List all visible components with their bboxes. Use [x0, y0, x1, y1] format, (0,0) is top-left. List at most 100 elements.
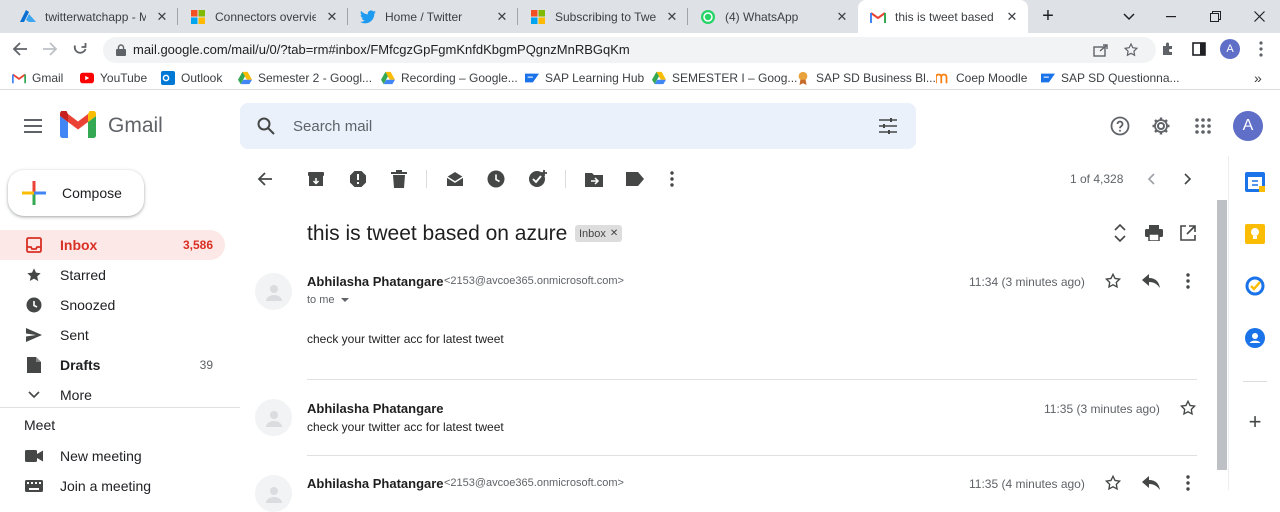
reload-icon[interactable]	[70, 39, 90, 59]
bookmark-sap-learning[interactable]: SAP Learning Hub	[525, 69, 644, 87]
add-to-tasks-icon[interactable]	[527, 168, 549, 190]
browser-tab[interactable]: Connectors overview | ✕	[178, 0, 348, 33]
bookmark-youtube[interactable]: YouTube	[80, 69, 147, 87]
sidebar-item-more[interactable]: More	[0, 380, 225, 410]
remove-label-icon[interactable]: ✕	[610, 228, 618, 239]
new-meeting-button[interactable]: New meeting	[0, 441, 225, 471]
bookmark-outlook[interactable]: Outlook	[161, 69, 222, 87]
search-icon[interactable]	[256, 116, 276, 136]
bookmark-sap-questionnaire[interactable]: SAP SD Questionna...	[1041, 69, 1180, 87]
browser-tab[interactable]: twitterwatchapp - Mic ✕	[8, 0, 178, 33]
label-icon[interactable]	[624, 168, 646, 190]
keep-icon[interactable]	[1245, 224, 1265, 244]
bookmark-gmail[interactable]: Gmail	[12, 69, 63, 87]
browser-tab[interactable]: Home / Twitter ✕	[348, 0, 518, 33]
mark-unread-icon[interactable]	[444, 168, 466, 190]
delete-icon[interactable]	[388, 168, 410, 190]
side-panel-icon[interactable]	[1189, 39, 1209, 59]
more-vert-icon[interactable]	[1178, 473, 1198, 493]
close-icon[interactable]: ✕	[664, 9, 680, 25]
person-icon	[265, 486, 282, 503]
tasks-icon[interactable]	[1245, 276, 1265, 296]
scrollbar[interactable]	[1217, 200, 1227, 470]
open-in-new-window-icon[interactable]	[1178, 223, 1198, 243]
older-chevron-icon[interactable]	[1177, 168, 1199, 190]
restore-button[interactable]	[1194, 0, 1236, 33]
sidebar-item-drafts[interactable]: Drafts 39	[0, 350, 225, 380]
bookmark-semester2[interactable]: Semester 2 - Googl...	[238, 69, 372, 87]
new-tab-button[interactable]: +	[1027, 0, 1069, 33]
newer-chevron-icon[interactable]	[1140, 168, 1162, 190]
help-icon[interactable]	[1110, 116, 1130, 136]
contacts-icon[interactable]	[1245, 328, 1265, 348]
join-meeting-button[interactable]: Join a meeting	[0, 471, 225, 501]
print-icon[interactable]	[1144, 223, 1164, 243]
profile-avatar[interactable]: A	[1220, 39, 1240, 59]
search-input[interactable]: Search mail	[293, 118, 372, 135]
more-bookmarks-icon[interactable]: »	[1254, 69, 1262, 87]
get-addons-plus-icon[interactable]: +	[1245, 409, 1265, 434]
bookmark-sap-sd[interactable]: SAP SD Business Bl...	[796, 69, 936, 87]
report-spam-icon[interactable]	[347, 168, 369, 190]
settings-gear-icon[interactable]	[1151, 116, 1171, 136]
tab-search-button[interactable]	[1108, 0, 1150, 33]
close-icon[interactable]: ✕	[834, 9, 850, 25]
forward-icon[interactable]	[40, 39, 60, 59]
menu-icon[interactable]	[23, 116, 43, 136]
close-window-button[interactable]	[1238, 0, 1280, 33]
bookmark-recording[interactable]: Recording – Google...	[381, 69, 518, 87]
google-drive-icon	[381, 71, 395, 85]
sender-name[interactable]: Abhilasha Phatangare	[307, 401, 444, 416]
expand-all-icon[interactable]	[1110, 223, 1130, 243]
extensions-icon[interactable]	[1158, 39, 1178, 59]
close-icon[interactable]: ✕	[494, 9, 510, 25]
snooze-clock-icon[interactable]	[485, 168, 507, 190]
close-icon[interactable]: ✕	[324, 9, 340, 25]
recipient-dropdown[interactable]: to me	[307, 294, 349, 306]
person-icon	[265, 410, 282, 427]
apps-grid-icon[interactable]	[1193, 116, 1213, 136]
address-bar[interactable]: mail.google.com/mail/u/0/?tab=rm#inbox/F…	[103, 37, 1156, 63]
search-options-icon[interactable]	[878, 116, 898, 136]
close-icon[interactable]: ✕	[1004, 9, 1020, 25]
sidebar-item-sent[interactable]: Sent	[0, 320, 225, 350]
browser-tab-title: twitterwatchapp - Mic	[45, 9, 146, 24]
move-to-icon[interactable]	[583, 168, 605, 190]
star-outline-icon[interactable]	[1178, 398, 1198, 418]
share-icon[interactable]	[1091, 40, 1111, 60]
more-vert-icon[interactable]	[1178, 271, 1198, 291]
browser-tab[interactable]: Subscribing to Tweets ✕	[518, 0, 688, 33]
reply-icon[interactable]	[1141, 473, 1161, 493]
message-time: 11:35 (4 minutes ago)	[969, 477, 1085, 491]
bookmark-moodle[interactable]: Coep Moodle	[936, 69, 1027, 87]
more-vert-icon[interactable]	[1251, 39, 1271, 59]
close-icon[interactable]: ✕	[154, 9, 170, 25]
restore-icon	[1209, 11, 1221, 22]
sidebar-item-label: Sent	[60, 327, 89, 343]
calendar-icon[interactable]	[1245, 172, 1265, 192]
sidebar-item-label: Inbox	[60, 237, 98, 253]
sidebar-item-inbox[interactable]: Inbox 3,586	[0, 230, 225, 260]
sender-name[interactable]: Abhilasha Phatangare	[307, 274, 444, 289]
sender-name[interactable]: Abhilasha Phatangare	[307, 476, 444, 491]
back-icon[interactable]	[10, 39, 30, 59]
search-bar[interactable]: Search mail	[240, 103, 916, 149]
compose-button[interactable]: Compose	[8, 170, 144, 216]
sidebar-item-starred[interactable]: Starred	[0, 260, 225, 290]
star-outline-icon[interactable]	[1103, 271, 1123, 291]
back-to-inbox-icon[interactable]	[254, 168, 276, 190]
minimize-button[interactable]	[1150, 0, 1192, 33]
gmail-logo-icon[interactable]	[60, 111, 96, 138]
archive-icon[interactable]	[305, 168, 327, 190]
sidebar-item-snoozed[interactable]: Snoozed	[0, 290, 225, 320]
browser-tab[interactable]: (4) WhatsApp ✕	[688, 0, 858, 33]
message-body: check your twitter acc for latest tweet	[307, 332, 504, 346]
more-options-icon[interactable]	[661, 168, 683, 190]
star-outline-icon[interactable]	[1103, 473, 1123, 493]
minimize-icon	[1166, 15, 1176, 17]
account-avatar[interactable]: A	[1233, 111, 1263, 141]
bookmark-semester1[interactable]: SEMESTER I – Goog...	[652, 69, 797, 87]
browser-tab-active[interactable]: this is tweet based on ✕	[858, 0, 1028, 33]
reply-icon[interactable]	[1141, 271, 1161, 291]
bookmark-star-icon[interactable]	[1121, 40, 1141, 60]
